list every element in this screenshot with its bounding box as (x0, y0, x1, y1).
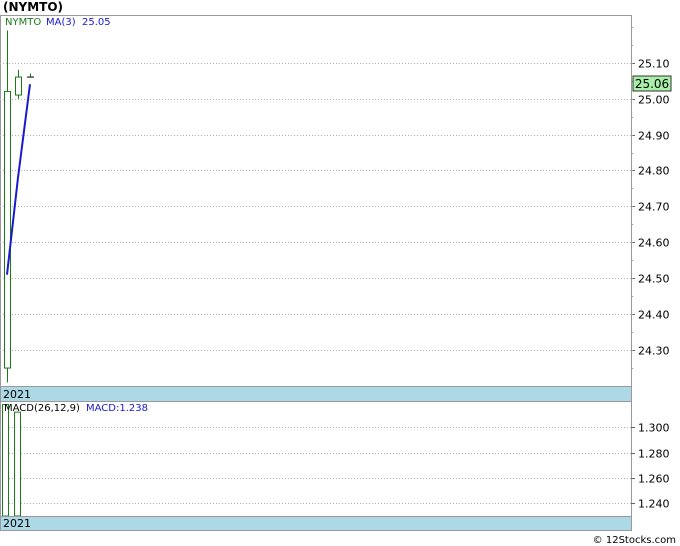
last-price-label: 25.06 (635, 77, 669, 91)
price-tick-label: 24.60 (638, 237, 670, 250)
macd-bar (2, 404, 9, 517)
chart-title: (NYMTO) (3, 0, 63, 14)
price-time-label: 2021 (3, 388, 31, 401)
price-time-band (0, 386, 632, 402)
price-tick-label: 25.10 (638, 58, 670, 71)
macd-tick-label: 1.300 (638, 422, 670, 435)
price-tick-label: 24.50 (638, 273, 670, 286)
price-tick-label: 24.30 (638, 345, 670, 358)
candle-body (15, 76, 22, 96)
macd-panel-frame (0, 401, 632, 517)
price-tick-label: 24.80 (638, 165, 670, 178)
price-tick-label: 24.90 (638, 130, 670, 143)
price-tick-label: 25.00 (638, 94, 670, 107)
price-panel-frame (0, 15, 632, 387)
price-legend-ma-label: MA(3) (46, 17, 76, 28)
stock-chart: (NYMTO) 25.10 25.00 24.90 24.80 24.70 24.60 24… (0, 0, 676, 546)
macd-tick-label: 1.280 (638, 448, 670, 461)
macd-legend-label: MACD(26,12,9) (4, 403, 80, 414)
macd-bar (14, 411, 21, 517)
candle-body (4, 90, 11, 369)
price-panel: 25.10 25.00 24.90 24.80 24.70 24.60 24.50 24.40… (0, 15, 672, 387)
price-legend-ma-value: 25.05 (82, 17, 111, 28)
macd-time-band (0, 516, 632, 531)
price-tick-label: 24.70 (638, 201, 670, 214)
price-tick-label: 24.40 (638, 309, 670, 322)
macd-panel: 1.300 1.280 1.260 1.240 MACD(26,12,9) MACD:… (0, 401, 670, 517)
footer-credit: © 12Stocks.com (593, 535, 676, 546)
macd-legend-value: MACD:1.238 (86, 403, 148, 414)
macd-tick-label: 1.260 (638, 473, 670, 486)
price-legend-symbol: NYMTO (5, 17, 41, 28)
macd-time-label: 2021 (3, 517, 31, 530)
macd-y-axis: 1.300 1.280 1.260 1.240 (631, 422, 670, 511)
macd-tick-label: 1.240 (638, 498, 670, 511)
